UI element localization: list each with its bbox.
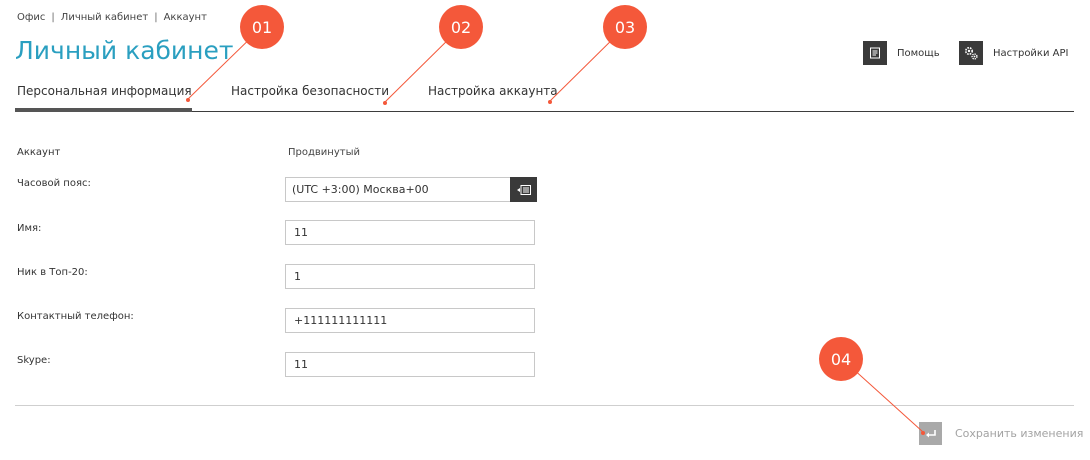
gears-icon xyxy=(959,41,983,65)
breadcrumb: Офис | Личный кабинет | Аккаунт xyxy=(17,12,207,23)
skype-input[interactable] xyxy=(286,353,534,376)
help-label: Помощь xyxy=(897,47,940,59)
phone-field-wrapper xyxy=(285,308,535,333)
nick-input[interactable] xyxy=(286,265,534,288)
tab-personal-info[interactable]: Персональная информация xyxy=(17,84,192,98)
account-value: Продвинутый xyxy=(288,147,360,158)
name-input[interactable] xyxy=(286,221,534,244)
timezone-picker-button[interactable] xyxy=(510,177,537,202)
phone-input[interactable] xyxy=(286,309,534,332)
skype-label: Skype: xyxy=(17,355,51,366)
api-settings-label: Настройки API xyxy=(993,47,1069,59)
name-field-wrapper xyxy=(285,220,535,245)
phone-label: Контактный телефон: xyxy=(17,311,134,322)
annotation-leaders xyxy=(186,26,925,435)
page-title: Личный кабинет xyxy=(15,36,234,65)
tab-security-settings[interactable]: Настройка безопасности xyxy=(231,84,389,98)
annotation-marker-01: 01 xyxy=(240,5,284,49)
document-icon xyxy=(863,41,887,65)
timezone-value[interactable]: (UTC +3:00) Москва+00 xyxy=(285,177,510,202)
breadcrumb-item-account: Аккаунт xyxy=(163,12,207,23)
list-picker-icon xyxy=(516,180,531,199)
help-button[interactable]: Помощь xyxy=(863,41,940,65)
annotation-marker-04: 04 xyxy=(819,337,863,381)
skype-field-wrapper xyxy=(285,352,535,377)
api-settings-button[interactable]: Настройки API xyxy=(959,41,1068,65)
breadcrumb-item-cabinet[interactable]: Личный кабинет xyxy=(61,12,148,23)
active-tab-indicator xyxy=(15,108,192,112)
breadcrumb-separator: | xyxy=(51,12,55,23)
nick-label: Ник в Топ-20: xyxy=(17,267,88,278)
save-changes-label: Сохранить изменения xyxy=(955,427,1084,440)
annotation-marker-02: 02 xyxy=(439,5,483,49)
save-changes-button[interactable]: Сохранить изменения xyxy=(919,422,1083,445)
account-label: Аккаунт xyxy=(17,147,61,158)
name-label: Имя: xyxy=(17,223,42,234)
nick-field-wrapper xyxy=(285,264,535,289)
timezone-select[interactable]: (UTC +3:00) Москва+00 xyxy=(285,177,537,202)
breadcrumb-item-office[interactable]: Офис xyxy=(17,12,45,23)
timezone-label: Часовой пояс: xyxy=(17,178,91,189)
form-divider xyxy=(15,405,1074,406)
breadcrumb-separator: | xyxy=(154,12,158,23)
enter-icon xyxy=(919,422,942,445)
annotation-marker-03: 03 xyxy=(603,5,647,49)
tab-account-settings[interactable]: Настройка аккаунта xyxy=(428,84,558,98)
